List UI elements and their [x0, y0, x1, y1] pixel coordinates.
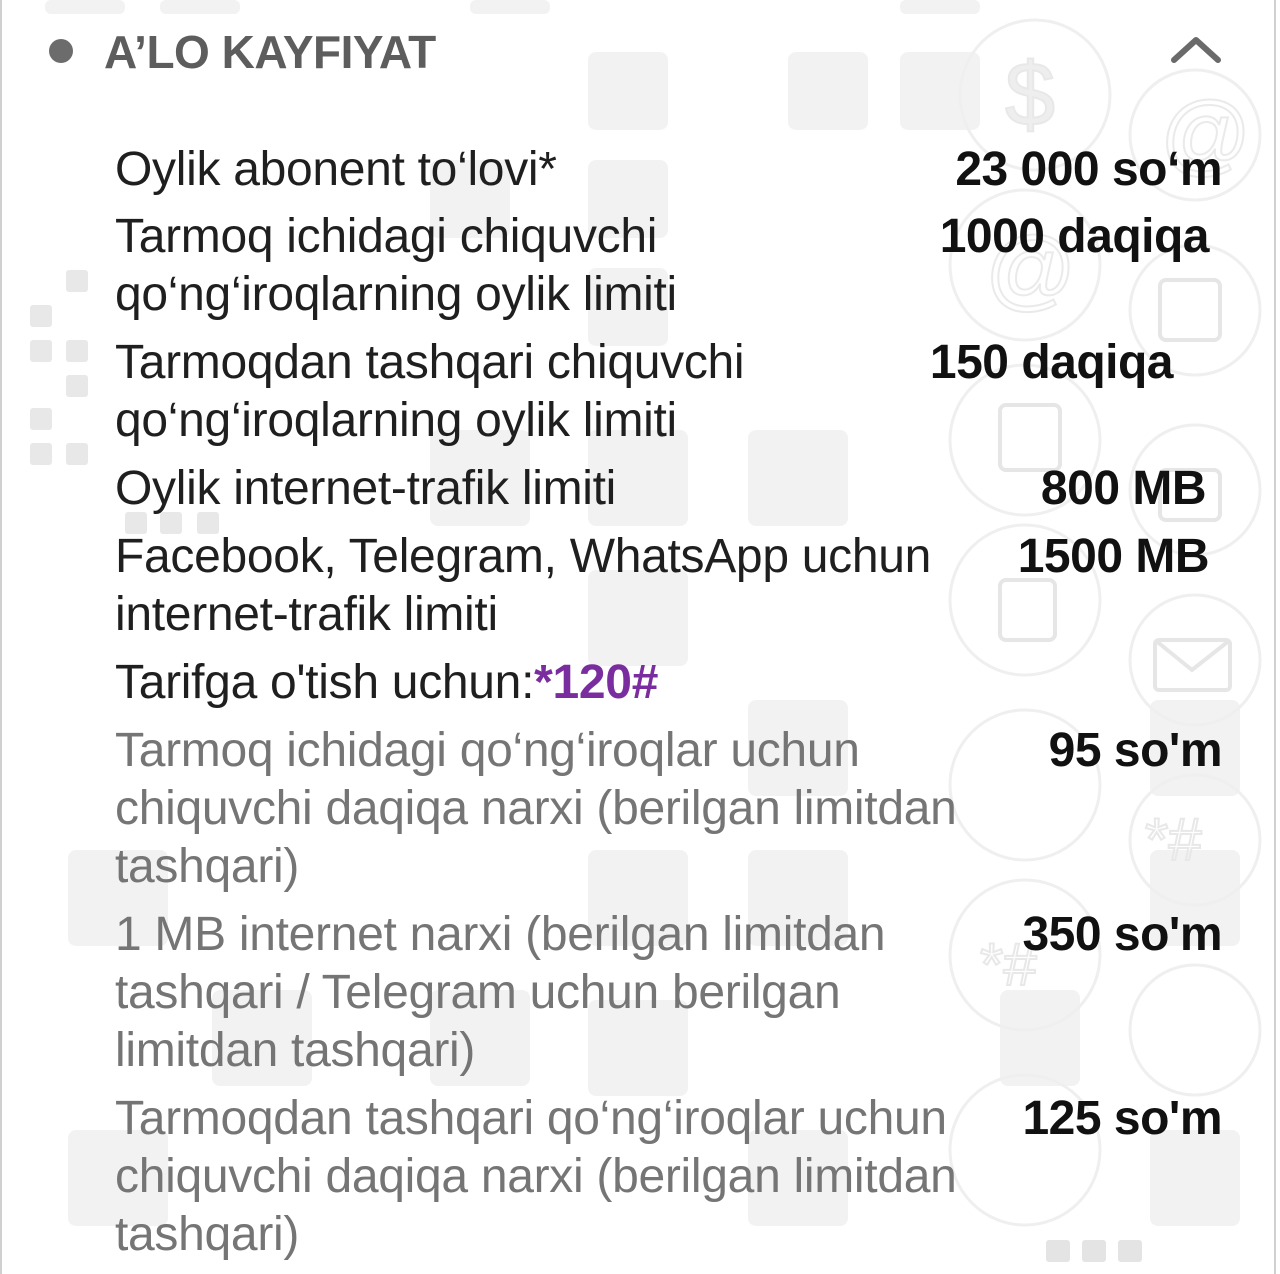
internet-price-value: 350 so'm: [1022, 908, 1222, 961]
internet-price-label: 1 MB internet narxi (berilgan limitdan t…: [115, 908, 886, 1077]
internet-limit-label: Oylik internet-trafik limiti: [115, 462, 617, 515]
monthly-fee-value: 23 000 so‘m: [955, 143, 1222, 196]
offnet-price-value: 125 so'm: [1022, 1092, 1222, 1145]
onnet-minutes-label: Tarmoq ichidagi chiquvchi qo‘ng‘iroqlarn…: [115, 210, 677, 321]
tariff-details: Oylik abonent to‘lovi* 23 000 so‘m Tarmo…: [0, 0, 1280, 1274]
social-traffic-value: 1500 MB: [1017, 530, 1210, 583]
onnet-minutes-value: 1000 daqiqa: [939, 210, 1210, 263]
ussd-code-link[interactable]: *120#: [534, 656, 658, 709]
monthly-fee-label: Oylik abonent to‘lovi*: [115, 143, 557, 196]
offnet-minutes-label: Tarmoqdan tashqari chiquvchi qo‘ng‘iroql…: [115, 336, 745, 447]
social-traffic-label: Facebook, Telegram, WhatsApp uchun inter…: [115, 530, 932, 641]
switch-tariff-label: Tarifga o'tish uchun:*120#: [115, 656, 659, 709]
offnet-minutes-value: 150 daqiqa: [929, 336, 1174, 389]
offnet-price-label: Tarmoqdan tashqari qo‘ng‘iroqlar uchun c…: [115, 1092, 957, 1261]
internet-limit-value: 800 MB: [1040, 462, 1207, 515]
onnet-price-label: Tarmoq ichidagi qo‘ng‘iroqlar uchun chiq…: [115, 724, 957, 893]
onnet-price-value: 95 so'm: [1048, 724, 1223, 777]
